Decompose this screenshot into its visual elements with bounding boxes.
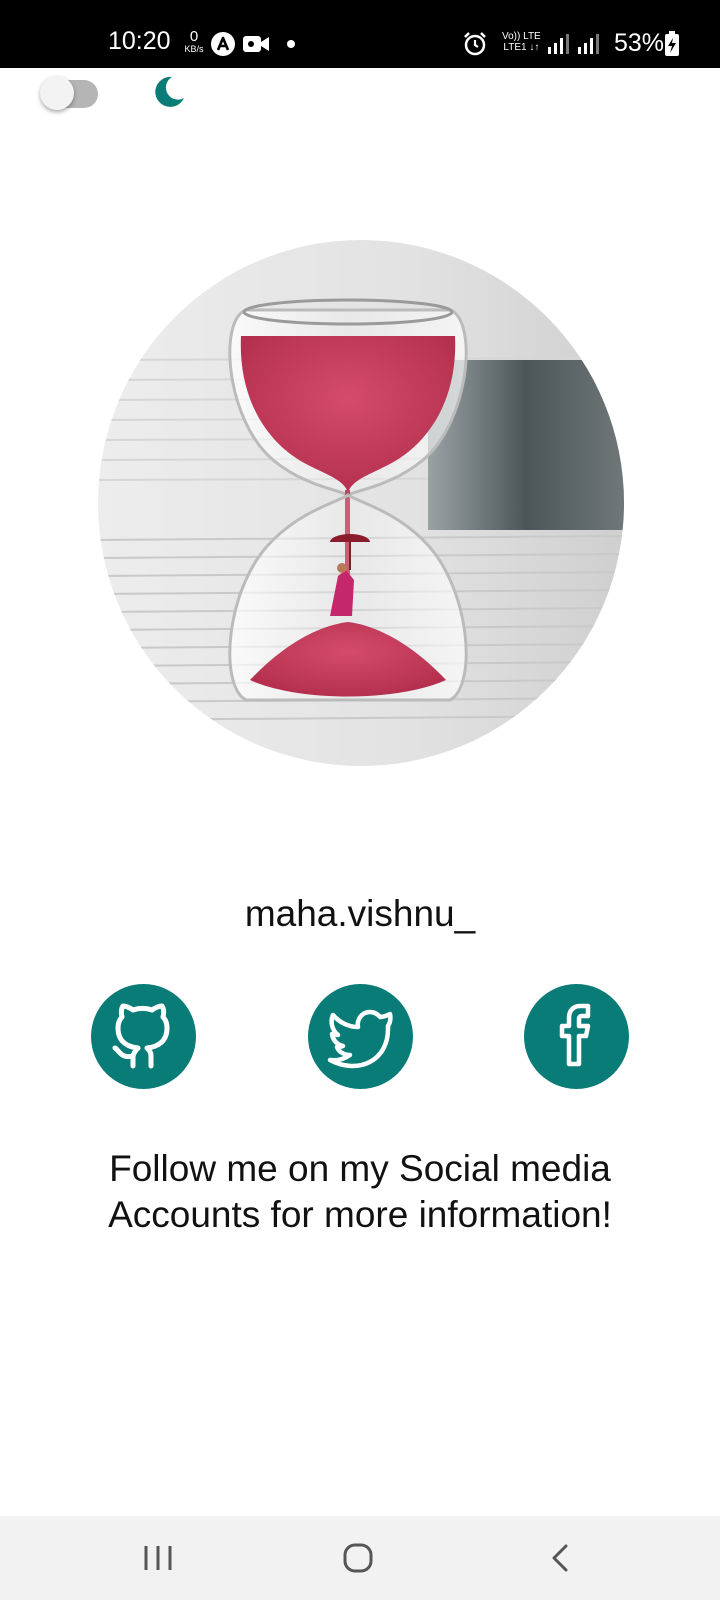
battery-charging-icon xyxy=(665,31,679,56)
toggle-knob xyxy=(40,76,74,110)
network-speed-value: 0 xyxy=(189,28,199,45)
alarm-icon xyxy=(464,32,486,56)
status-time: 10:20 xyxy=(108,27,171,55)
follow-message-line1: Follow me on my Social media xyxy=(109,1148,611,1189)
github-icon xyxy=(112,1003,170,1069)
back-button[interactable] xyxy=(536,1538,584,1578)
signal-icon xyxy=(548,34,569,54)
moon-icon xyxy=(155,76,184,107)
status-bar: 10:20 0 KB/s Vo)) LTE LTE1 ↓↑ 53% xyxy=(0,0,720,68)
volte-label-line1: Vo)) LTE xyxy=(502,31,541,42)
home-button[interactable] xyxy=(334,1538,382,1578)
twitter-button[interactable] xyxy=(308,984,413,1089)
github-button[interactable] xyxy=(91,984,196,1089)
theme-toggle-switch[interactable] xyxy=(40,76,98,110)
recent-apps-icon xyxy=(144,1546,172,1570)
volte-label-line2: LTE1 ↓↑ xyxy=(503,42,540,53)
twitter-icon xyxy=(327,1009,393,1069)
navigation-bar xyxy=(0,1516,720,1600)
home-icon xyxy=(343,1543,373,1573)
back-icon xyxy=(552,1544,568,1572)
username: maha.vishnu_ xyxy=(244,893,476,934)
signal-icon-2 xyxy=(578,34,599,54)
notification-dot xyxy=(287,40,295,48)
recent-apps-button[interactable] xyxy=(134,1538,182,1578)
facebook-button[interactable] xyxy=(524,984,629,1089)
hourglass-photo xyxy=(98,240,624,766)
battery-percent: 53% xyxy=(614,29,665,57)
app-screen: 10:20 0 KB/s Vo)) LTE LTE1 ↓↑ 53% maha.v… xyxy=(0,0,720,1600)
follow-message: Follow me on my Social media Accounts fo… xyxy=(40,1146,680,1238)
video-camera-icon xyxy=(243,36,269,52)
facebook-icon xyxy=(559,1003,591,1067)
network-speed: 0 KB/s xyxy=(180,28,208,54)
follow-message-line2: Accounts for more information! xyxy=(108,1194,612,1235)
network-speed-unit: KB/s xyxy=(184,44,204,54)
app-a-icon xyxy=(211,32,235,56)
profile-photo xyxy=(98,240,624,766)
volte-label: Vo)) LTE LTE1 ↓↑ xyxy=(502,31,541,53)
